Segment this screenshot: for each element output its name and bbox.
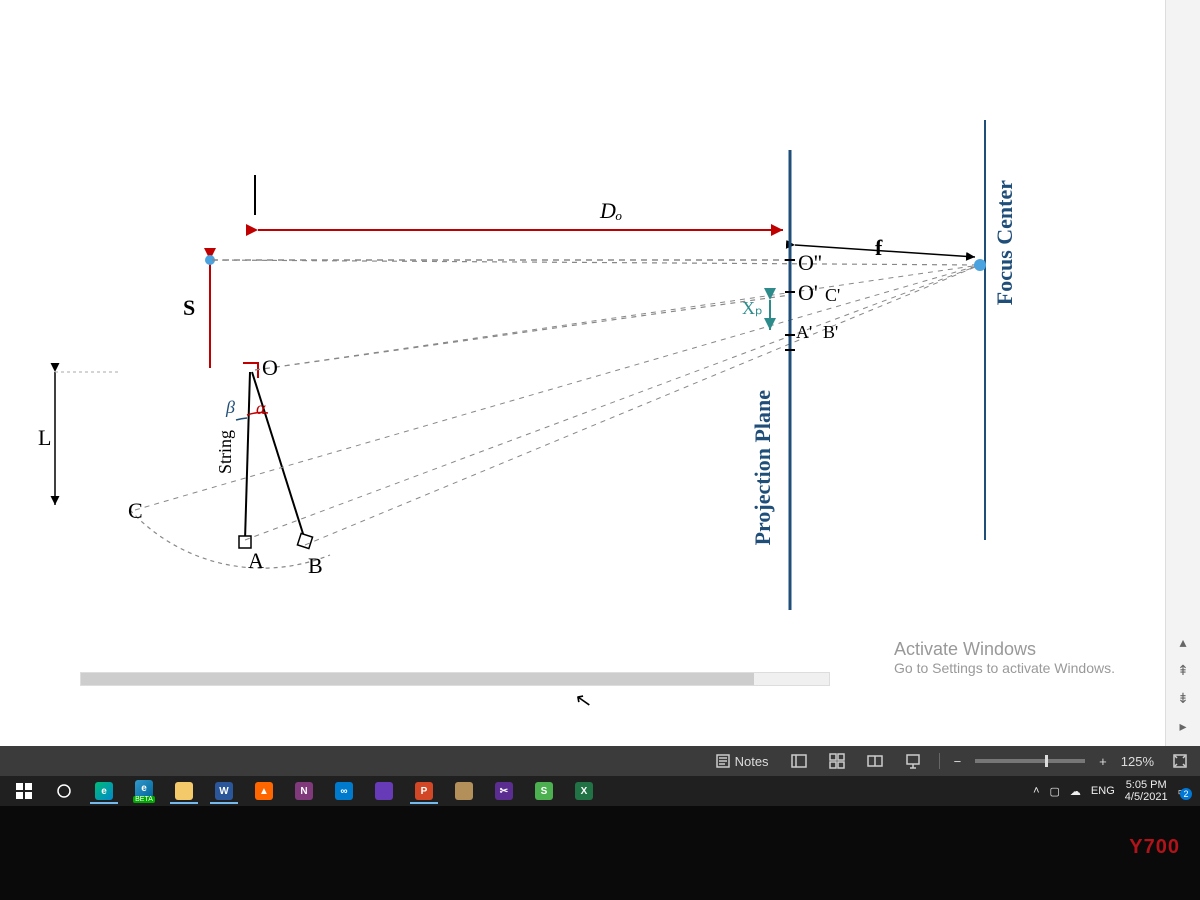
label-o: O bbox=[262, 355, 278, 381]
label-oprime: O' bbox=[798, 280, 818, 306]
rail-prev-icon[interactable]: ⇞ bbox=[1174, 662, 1192, 680]
tray-time: 5:05 PM bbox=[1125, 779, 1168, 791]
label-b: B bbox=[308, 553, 323, 579]
windows-taskbar: e e BETA W ▲ N ∞ P ✂ bbox=[0, 776, 1200, 806]
screen: Dₒ f L S O C A B α β String O'' O' C' A'… bbox=[0, 0, 1200, 806]
fit-to-window-button[interactable] bbox=[1168, 751, 1192, 771]
tray-onedrive-icon[interactable]: ☁ bbox=[1070, 785, 1081, 798]
label-a: A bbox=[248, 548, 264, 574]
zoom-out-button[interactable]: − bbox=[954, 754, 962, 769]
vscode-button[interactable]: ∞ bbox=[326, 778, 362, 804]
divider bbox=[939, 753, 940, 769]
action-center-icon[interactable]: ▭ bbox=[1178, 785, 1188, 798]
label-o2: O'' bbox=[798, 250, 822, 276]
label-string: String bbox=[215, 430, 236, 474]
tray-chevron-icon[interactable]: ˄ bbox=[1033, 785, 1039, 797]
label-xp: Xₚ bbox=[742, 298, 763, 319]
app3-button[interactable]: S bbox=[526, 778, 562, 804]
edge-icon: e bbox=[95, 782, 113, 800]
normal-view-icon bbox=[791, 753, 807, 769]
tray-battery-icon[interactable]: ▢ bbox=[1050, 785, 1060, 798]
app1-icon bbox=[375, 782, 393, 800]
label-l: L bbox=[38, 425, 51, 451]
snip-icon: ✂ bbox=[495, 782, 513, 800]
slide-sorter-icon bbox=[829, 753, 845, 769]
beta-badge: BETA bbox=[133, 796, 155, 803]
excel-icon: X bbox=[575, 782, 593, 800]
label-do: Dₒ bbox=[600, 198, 622, 224]
word-button[interactable]: W bbox=[206, 778, 242, 804]
onenote-icon: N bbox=[295, 782, 313, 800]
label-focus-center: Focus Center bbox=[992, 180, 1018, 305]
system-tray: ˄ ▢ ☁ ENG 5:05 PM 4/5/2021 ▭ bbox=[1033, 779, 1194, 803]
fit-to-window-icon bbox=[1172, 753, 1188, 769]
excel-button[interactable]: X bbox=[566, 778, 602, 804]
edge-beta-icon: e bbox=[135, 780, 153, 798]
tray-date: 4/5/2021 bbox=[1125, 791, 1168, 803]
snip-button[interactable]: ✂ bbox=[486, 778, 522, 804]
laptop-brand: Y700 bbox=[1129, 836, 1180, 859]
app2-button[interactable] bbox=[446, 778, 482, 804]
edge-button[interactable]: e bbox=[86, 778, 122, 804]
label-c: C bbox=[128, 498, 143, 524]
app2-icon bbox=[455, 782, 473, 800]
rail-next-icon[interactable]: ⇟ bbox=[1174, 690, 1192, 708]
label-f: f bbox=[875, 235, 882, 261]
circle-icon bbox=[56, 783, 72, 799]
vscode-icon: ∞ bbox=[335, 782, 353, 800]
powerpoint-button[interactable]: P bbox=[406, 778, 442, 804]
watermark-sub: Go to Settings to activate Windows. bbox=[894, 660, 1115, 676]
watermark-title: Activate Windows bbox=[894, 639, 1115, 660]
tray-language[interactable]: ENG bbox=[1091, 785, 1115, 797]
slide-sorter-button[interactable] bbox=[825, 751, 849, 771]
notes-label: Notes bbox=[735, 754, 769, 769]
edge-beta-button[interactable]: e BETA bbox=[126, 778, 162, 804]
zoom-level[interactable]: 125% bbox=[1121, 754, 1154, 769]
notes-icon bbox=[715, 753, 731, 769]
file-explorer-button[interactable] bbox=[166, 778, 202, 804]
rail-more-icon[interactable]: ▸ bbox=[1174, 718, 1192, 736]
zoom-in-button[interactable]: + bbox=[1099, 754, 1107, 769]
powerpoint-icon: P bbox=[415, 782, 433, 800]
vlc-button[interactable]: ▲ bbox=[246, 778, 282, 804]
label-beta: β bbox=[226, 397, 235, 418]
windows-icon bbox=[16, 783, 32, 799]
zoom-thumb[interactable] bbox=[1045, 755, 1048, 767]
label-s: S bbox=[183, 295, 195, 321]
label-cprime: C' bbox=[825, 285, 840, 306]
laptop-bezel: Y700 bbox=[0, 806, 1200, 900]
physics-diagram: Dₒ f L S O C A B α β String O'' O' C' A'… bbox=[0, 0, 1165, 746]
scrollbar-thumb[interactable] bbox=[81, 673, 754, 685]
zoom-slider[interactable] bbox=[975, 759, 1085, 763]
cortana-button[interactable] bbox=[46, 778, 82, 804]
rail-up-icon[interactable]: ▴ bbox=[1174, 634, 1192, 652]
slide-canvas[interactable]: Dₒ f L S O C A B α β String O'' O' C' A'… bbox=[0, 0, 1165, 746]
label-projection-plane: Projection Plane bbox=[750, 390, 776, 545]
label-aprime: A' bbox=[796, 322, 812, 343]
right-rail: ▴ ⇞ ⇟ ▸ bbox=[1165, 0, 1200, 746]
horizontal-scrollbar[interactable] bbox=[80, 672, 830, 686]
normal-view-button[interactable] bbox=[787, 751, 811, 771]
notes-button[interactable]: Notes bbox=[711, 751, 773, 771]
onenote-button[interactable]: N bbox=[286, 778, 322, 804]
reading-view-icon bbox=[867, 753, 883, 769]
label-alpha: α bbox=[256, 398, 265, 419]
app1-button[interactable] bbox=[366, 778, 402, 804]
start-button[interactable] bbox=[6, 778, 42, 804]
label-bprime: B' bbox=[823, 322, 838, 343]
tray-clock[interactable]: 5:05 PM 4/5/2021 bbox=[1125, 779, 1168, 803]
word-icon: W bbox=[215, 782, 233, 800]
app3-icon: S bbox=[535, 782, 553, 800]
vlc-icon: ▲ bbox=[255, 782, 273, 800]
folder-icon bbox=[175, 782, 193, 800]
reading-view-button[interactable] bbox=[863, 751, 887, 771]
slideshow-button[interactable] bbox=[901, 751, 925, 771]
powerpoint-statusbar: Notes − + 125% bbox=[0, 746, 1200, 776]
slideshow-icon bbox=[905, 753, 921, 769]
windows-activation-watermark: Activate Windows Go to Settings to activ… bbox=[894, 639, 1115, 676]
diagram-lines bbox=[0, 0, 1165, 746]
